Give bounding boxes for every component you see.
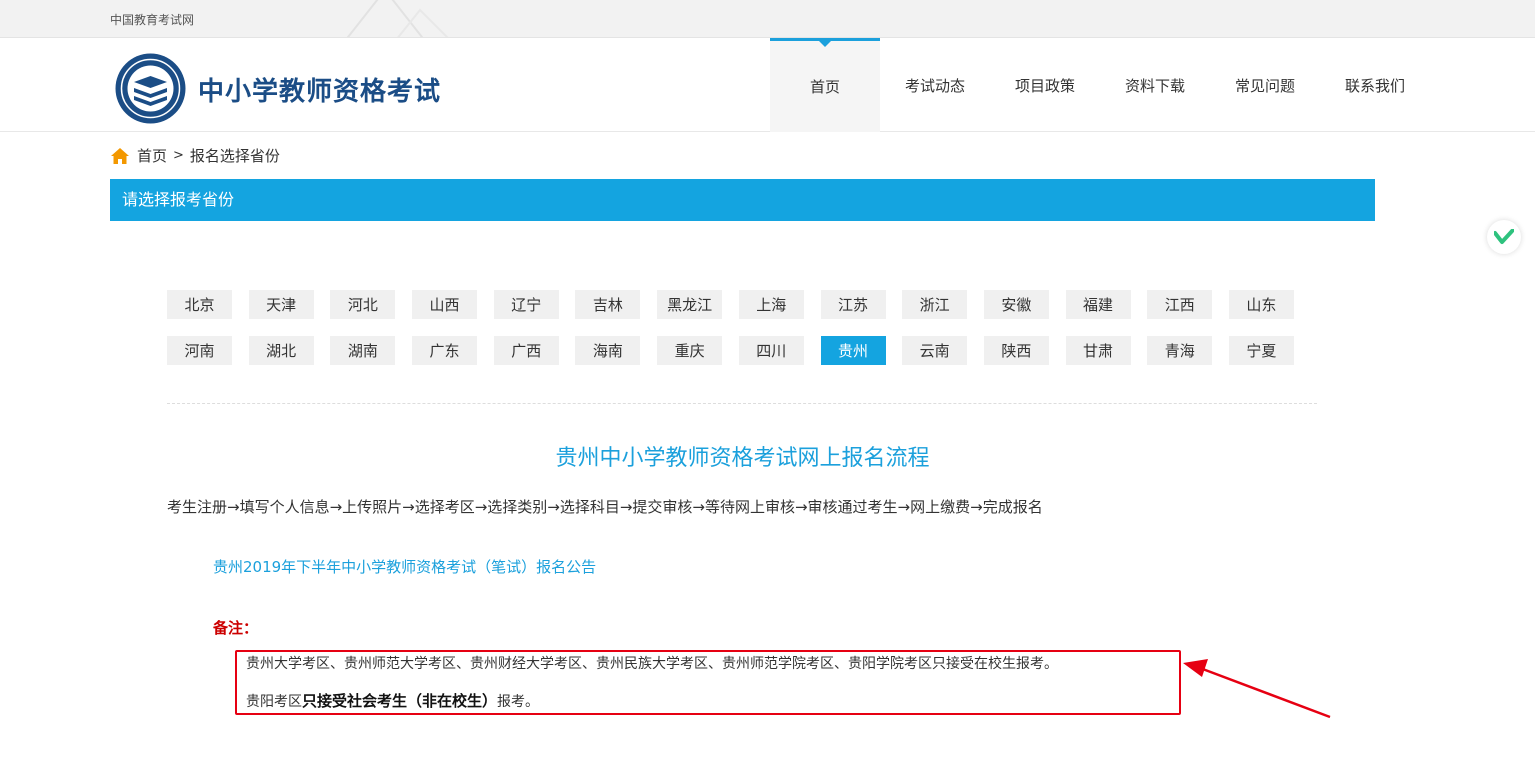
nav-faq[interactable]: 常见问题: [1210, 38, 1320, 132]
province-button[interactable]: 广西: [493, 336, 559, 365]
section-title-bar: 请选择报考省份: [110, 179, 1375, 221]
divider: [167, 403, 1317, 404]
active-caret-icon: [819, 41, 831, 47]
province-button[interactable]: 云南: [902, 336, 968, 365]
province-row-1: 北京 天津 河北 山西 辽宁 吉林 黑龙江 上海 江苏 浙江 安徽 福建 江西 山东: [167, 290, 1311, 319]
nav-contact[interactable]: 联系我们: [1320, 38, 1430, 132]
registration-notice-link[interactable]: 贵州2019年下半年中小学教师资格考试（笔试）报名公告: [213, 556, 596, 577]
remark-line-2-suffix: 报考。: [497, 694, 540, 710]
province-button[interactable]: 山东: [1228, 290, 1294, 319]
province-button[interactable]: 青海: [1147, 336, 1213, 365]
flow-steps: 考生注册→填写个人信息→上传照片→选择考区→选择类别→选择科目→提交审核→等待网…: [167, 498, 1043, 516]
province-button[interactable]: 贵州: [820, 336, 886, 365]
breadcrumb: 首页 > 报名选择省份: [110, 145, 280, 166]
province-button[interactable]: 宁夏: [1228, 336, 1294, 365]
province-button[interactable]: 北京: [167, 290, 232, 319]
nav-policy[interactable]: 项目政策: [990, 38, 1100, 132]
nav-home[interactable]: 首页: [770, 38, 880, 132]
province-button[interactable]: 浙江: [902, 290, 968, 319]
remark-line-2-bold: 只接受社会考生（非在校生）: [302, 692, 498, 710]
province-button[interactable]: 河北: [330, 290, 396, 319]
province-button[interactable]: 辽宁: [493, 290, 559, 319]
province-button[interactable]: 黑龙江: [657, 290, 723, 319]
remark-line-1: 贵州大学考区、贵州师范大学考区、贵州财经大学考区、贵州民族大学考区、贵州师范学院…: [246, 656, 1058, 672]
nav-label: 首页: [809, 78, 840, 96]
nav-downloads[interactable]: 资料下载: [1100, 38, 1210, 132]
remark-line-2: 贵阳考区只接受社会考生（非在校生）报考。: [246, 690, 539, 711]
nav-label: 资料下载: [1124, 76, 1185, 95]
breadcrumb-separator: >: [173, 148, 184, 163]
province-button[interactable]: 天津: [248, 290, 314, 319]
home-icon: [111, 147, 129, 164]
checkmark-logo-icon: [1494, 229, 1514, 244]
province-button[interactable]: 湖北: [248, 336, 314, 365]
top-bar: 中国教育考试网: [0, 0, 1535, 38]
nav-label: 考试动态: [904, 76, 965, 95]
province-button[interactable]: 重庆: [657, 336, 723, 365]
background-decoration: [346, 0, 449, 37]
province-button[interactable]: 海南: [575, 336, 641, 365]
province-button[interactable]: 河南: [167, 336, 232, 365]
main-nav: 首页 考试动态 项目政策 资料下载 常见问题 联系我们: [770, 38, 1430, 132]
province-button[interactable]: 陕西: [983, 336, 1049, 365]
province-button[interactable]: 上海: [738, 290, 804, 319]
nav-label: 联系我们: [1344, 76, 1405, 95]
breadcrumb-home-link[interactable]: 首页: [137, 145, 167, 166]
province-button[interactable]: 江西: [1147, 290, 1213, 319]
province-button[interactable]: 湖南: [330, 336, 396, 365]
nav-label: 常见问题: [1234, 76, 1295, 95]
logo-emblem-icon[interactable]: [114, 52, 187, 125]
brand-title[interactable]: 中小学教师资格考试: [198, 71, 441, 108]
province-button[interactable]: 福建: [1065, 290, 1131, 319]
province-button[interactable]: 安徽: [983, 290, 1049, 319]
annotation-arrow-icon: [1183, 659, 1331, 719]
province-button[interactable]: 广东: [412, 336, 478, 365]
breadcrumb-current: 报名选择省份: [189, 147, 280, 165]
province-button[interactable]: 甘肃: [1065, 336, 1131, 365]
province-button[interactable]: 吉林: [575, 290, 641, 319]
province-button[interactable]: 江苏: [820, 290, 886, 319]
province-button[interactable]: 四川: [738, 336, 804, 365]
side-floating-widget[interactable]: [1487, 220, 1521, 254]
remark-label: 备注：: [213, 619, 259, 637]
province-row-2: 河南 湖北 湖南 广东 广西 海南 重庆 四川 贵州 云南 陕西 甘肃 青海 宁夏: [167, 336, 1311, 365]
nav-exam-news[interactable]: 考试动态: [880, 38, 990, 132]
nav-label: 项目政策: [1014, 76, 1075, 95]
flow-title: 贵州中小学教师资格考试网上报名流程: [555, 446, 930, 471]
header: 中小学教师资格考试 首页 考试动态 项目政策 资料下载 常见问题 联系我们: [0, 38, 1535, 132]
province-button[interactable]: 山西: [412, 290, 478, 319]
remark-line-2-prefix: 贵阳考区: [246, 694, 302, 710]
site-name[interactable]: 中国教育考试网: [110, 11, 194, 28]
